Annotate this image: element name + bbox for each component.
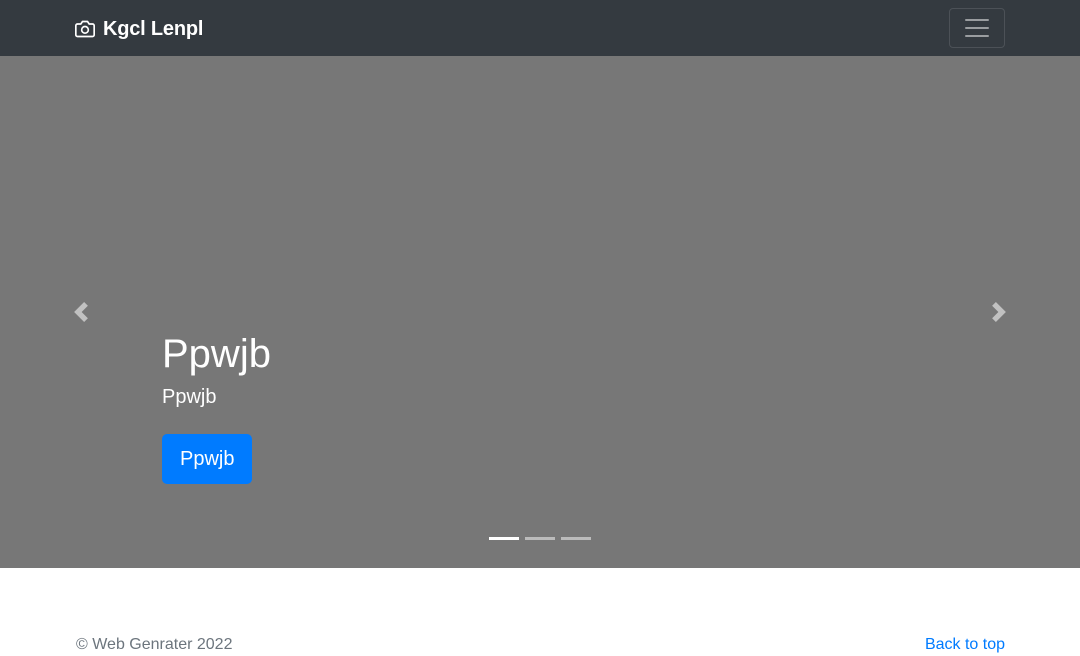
carousel-indicator-1[interactable] [489, 537, 519, 540]
brand-name: Kgcl Lenpl [103, 17, 204, 40]
carousel-subtitle: Ppwjb [162, 386, 217, 408]
copyright-text: © Web Genrater 2022 [76, 636, 233, 653]
carousel-heading: Ppwjb [162, 332, 271, 376]
carousel-next-control[interactable] [918, 56, 1080, 568]
chevron-right-icon [989, 302, 1009, 322]
brand-link[interactable]: Kgcl Lenpl [75, 16, 203, 42]
hero-carousel: Ppwjb Ppwjb Ppwjb [0, 56, 1080, 568]
navbar-toggler-button[interactable] [949, 8, 1005, 48]
back-to-top-link[interactable]: Back to top [925, 634, 1005, 656]
footer: © Web Genrater 2022 Back to top [0, 568, 1080, 656]
carousel-caption: Ppwjb Ppwjb Ppwjb [162, 330, 918, 484]
navbar: Kgcl Lenpl [0, 0, 1080, 56]
carousel-indicators [0, 537, 1080, 543]
camera-icon [75, 19, 95, 39]
carousel-indicator-3[interactable] [561, 537, 591, 540]
carousel-prev-control[interactable] [0, 56, 162, 568]
chevron-left-icon [71, 302, 91, 322]
carousel-cta-button[interactable]: Ppwjb [162, 434, 253, 484]
hamburger-menu-icon [962, 13, 992, 43]
carousel-indicator-2[interactable] [525, 537, 555, 540]
